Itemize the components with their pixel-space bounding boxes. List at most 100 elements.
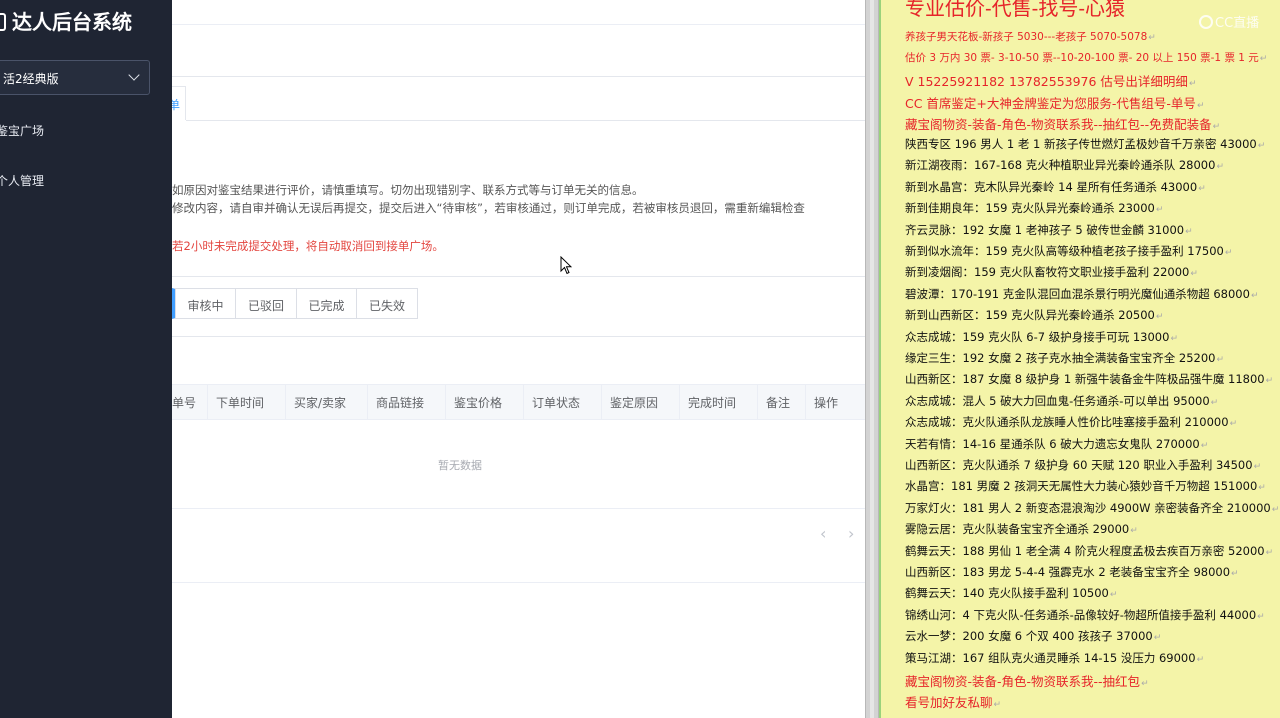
document-line: 云水一梦：200 女魔 6 个双 400 孩孩子 37000↵ (905, 628, 1161, 644)
column-header-reason: 鉴定原因 (602, 385, 680, 419)
paragraph-mark-icon: ↵ (1253, 462, 1262, 472)
paragraph-mark-icon: ↵ (993, 700, 1002, 711)
status-tab-expired[interactable]: 已失效 (357, 288, 418, 319)
notice-text: 如原因对鉴宝结果进行评价，请慎重填写。切勿出现错别字、联系方式等与订单无关的信息… (172, 183, 644, 197)
timeout-warning: 若2小时未完成提交处理，将自动取消回到接单广场。 (172, 239, 444, 253)
notice-text: 修改内容，请自审并确认无误后再提交，提交后进入“待审核”，若审核通过，则订单完成… (172, 201, 805, 215)
status-tab-reviewing[interactable]: 审核中 (176, 288, 236, 319)
cc-logo-icon (1199, 15, 1213, 29)
document-line-text: CC 首席鉴定+大神金牌鉴定为您服务-代售组号-单号 (905, 96, 1196, 111)
document-line-text: 新到水晶宫：克木队异光秦岭 14 星所有任务通杀 43000 (905, 179, 1198, 194)
document-line: 缘定三生：192 女魔 2 孩子克水抽全满装备宝宝齐全 25200↵ (905, 350, 1224, 366)
paragraph-mark-icon: ↵ (1259, 54, 1268, 64)
column-header-order-time: 下单时间 (208, 385, 286, 419)
document-line: 山西新区：183 男龙 5-4-4 强霹克水 2 老装备宝宝齐全 98000↵ (905, 564, 1239, 580)
splitter-grip (870, 0, 874, 718)
paragraph-mark-icon: ↵ (1200, 440, 1209, 451)
document-line-text: 陕西专区 196 男人 1 老 1 新孩子传世燃灯孟极妙音千万亲密 43000 (905, 137, 1257, 151)
document-line-text: 策马江湖：167 组队克火通灵睡杀 14-15 没压力 69000 (905, 650, 1196, 665)
document-line-text: 锦绣山河：4 下克火队-任务通杀-品像较好-物超所值接手盈利 44000 (905, 607, 1257, 622)
document-line-text: 鹤舞云天：140 克火队接手盈利 10500 (905, 586, 1109, 601)
paragraph-mark-icon: ↵ (1258, 483, 1266, 494)
paragraph-mark-icon: ↵ (1170, 333, 1178, 344)
paragraph-mark-icon: ↵ (1212, 122, 1221, 132)
column-header-remark: 备注 (758, 385, 806, 419)
prev-page-button[interactable]: ‹ (820, 524, 826, 543)
document-line-text: 众志成城：混人 5 破大力回血鬼-任务通杀-可以单出 95000 (905, 393, 1210, 408)
document-line-text: 云水一梦：200 女魔 6 个双 400 孩孩子 37000 (905, 629, 1153, 644)
document-line: 藏宝阁物资-装备-角色-物资联系我--抽红包↵ (905, 671, 1149, 690)
document-line: 新到佳期良年：159 克火队异光秦岭通杀 23000↵ (905, 200, 1163, 216)
column-header-status: 订单状态 (524, 385, 602, 419)
divider (172, 508, 865, 509)
column-header-finish-time: 完成时间 (680, 385, 758, 419)
divider (172, 336, 865, 337)
paragraph-mark-icon: ↵ (1257, 141, 1266, 151)
tab-orders-label: 单 (172, 98, 181, 112)
version-select[interactable]: 活2经典版 (0, 60, 150, 95)
table-header: 单号 下单时间 买家/卖家 商品链接 鉴宝价格 订单状态 鉴定原因 完成时间 备… (172, 384, 865, 420)
column-header-price: 鉴宝价格 (446, 385, 524, 419)
document-line-text: 新江湖夜雨：167-168 克火种植职业异光秦岭通杀队 28000 (905, 158, 1216, 173)
paragraph-mark-icon: ↵ (1196, 654, 1205, 665)
chevron-down-icon (128, 69, 140, 81)
column-header-order-no: 单号 (172, 385, 208, 419)
sidebar-item-personal[interactable]: 个人管理 (0, 172, 44, 189)
document-line: 齐云灵脉：192 女魔 1 老神孩子 5 破传世金麟 31000↵ (905, 222, 1193, 238)
paragraph-mark-icon: ↵ (1198, 183, 1206, 194)
document-line: 山西新区：187 女魔 8 级护身 1 新强牛装备金牛阵极品强牛魔 11800↵ (905, 371, 1273, 387)
document-line-text: 新到山西新区：159 克火队异光秦岭通杀 20500 (905, 308, 1155, 323)
paragraph-mark-icon: ↵ (1216, 162, 1224, 173)
document-line-text: 养孩子男天花板-新孩子 5030---老孩子 5070-5078 (905, 31, 1148, 43)
paragraph-mark-icon: ↵ (1210, 397, 1219, 408)
document-line: 山西新区：克火队通杀 7 级护身 60 天赋 120 职业入手盈利 34500↵ (905, 457, 1261, 473)
column-header-item-link: 商品链接 (368, 385, 446, 419)
paragraph-mark-icon: ↵ (1265, 376, 1274, 387)
paragraph-mark-icon: ↵ (1257, 611, 1265, 622)
document-line: 万家灯火：181 男人 2 新变态混浪淘沙 4900W 亲密装备齐全 21000… (905, 500, 1279, 516)
document-line: 养孩子男天花板-新孩子 5030---老孩子 5070-5078↵ (905, 29, 1156, 44)
paragraph-mark-icon: ↵ (1196, 101, 1205, 111)
document-line-text: 众志成城：159 克火队 6-7 级护身接手可玩 13000 (905, 329, 1170, 344)
watermark-logo: CC直播 (1199, 12, 1259, 31)
paragraph-mark-icon: ↵ (1229, 419, 1238, 430)
paragraph-mark-icon: ↵ (1224, 248, 1233, 258)
document-line: 天若有情：14-16 星通杀队 6 破大力遗忘女鬼队 270000↵ (905, 436, 1208, 452)
document-line-text: 山西新区：187 女魔 8 级护身 1 新强牛装备金牛阵极品强牛魔 11800 (905, 372, 1265, 387)
paragraph-mark-icon: ↵ (1185, 226, 1193, 237)
next-page-button[interactable]: › (848, 524, 854, 543)
divider (172, 76, 865, 77)
paragraph-mark-icon: ↵ (1231, 569, 1239, 579)
sidebar: 达人后台系统 活2经典版 鉴宝广场 个人管理 (0, 0, 172, 718)
document-line-text: 新到凌烟阁：159 克火队畜牧符文职业接手盈利 22000 (905, 265, 1190, 280)
document-line-text: 缘定三生：192 女魔 2 孩子克水抽全满装备宝宝齐全 25200 (905, 351, 1216, 365)
document-line: 新到水晶宫：克木队异光秦岭 14 星所有任务通杀 43000↵ (905, 179, 1206, 195)
document-line: 水晶宫：181 男魔 2 孩洞天无属性大力装心猿妙音千万物超 151000↵ (905, 478, 1266, 494)
document-line-text: 水晶宫：181 男魔 2 孩洞天无属性大力装心猿妙音千万物超 151000 (905, 479, 1258, 494)
document-line: 藏宝阁物资-装备-角色-物资联系我--抽红包--免费配装备↵ (905, 114, 1220, 133)
logo-icon (0, 13, 6, 31)
status-tab-completed[interactable]: 已完成 (297, 288, 357, 319)
status-tab-rejected[interactable]: 已驳回 (236, 288, 297, 319)
app-title: 达人后台系统 (0, 6, 132, 35)
document-line-text: 新到佳期良年：159 克火队异光秦岭通杀 23000 (905, 201, 1155, 216)
document-line: 鹤舞云天：188 男仙 1 老全满 4 阶克火程度孟极去疾百万亲密 52000↵ (905, 543, 1273, 559)
mouse-cursor-icon (560, 256, 572, 275)
document-line: 新到山西新区：159 克火队异光秦岭通杀 20500↵ (905, 307, 1163, 323)
document-line: 鹤舞云天：140 克火队接手盈利 10500↵ (905, 585, 1117, 601)
divider (186, 120, 865, 121)
version-select-value: 活2经典版 (3, 72, 59, 86)
paragraph-mark-icon: ↵ (1190, 269, 1198, 280)
window-splitter[interactable] (865, 0, 879, 718)
document-line-text: 雾隐云居：克火队装备宝宝齐全通杀 29000 (905, 522, 1130, 537)
paragraph-mark-icon: ↵ (1141, 679, 1149, 689)
divider (172, 276, 865, 277)
document-line: 估价 3 万内 30 票- 3-10-50 票--10-20-100 票- 20… (905, 50, 1267, 65)
document-line-text: 鹤舞云天：188 男仙 1 老全满 4 阶克火程度孟极去疾百万亲密 52000 (905, 543, 1265, 558)
document-line: 新江湖夜雨：167-168 克火种植职业异光秦岭通杀队 28000↵ (905, 157, 1224, 173)
paragraph-mark-icon: ↵ (1188, 79, 1197, 89)
sidebar-item-appraisal-plaza[interactable]: 鉴宝广场 (0, 122, 44, 139)
document-line-text: 藏宝阁物资-装备-角色-物资联系我--抽红包 (905, 674, 1141, 689)
document-line: 陕西专区 196 男人 1 老 1 新孩子传世燃灯孟极妙音千万亲密 43000↵ (905, 136, 1265, 152)
price-list-document: 专业估价-代售-找号-心猿 CC直播 养孩子男天花板-新孩子 5030---老孩… (879, 0, 1280, 718)
